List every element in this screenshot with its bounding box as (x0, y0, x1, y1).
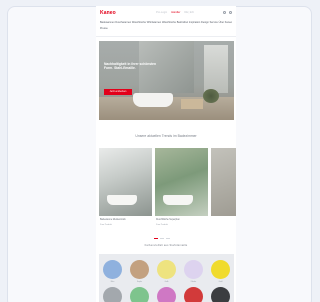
trend-tile[interactable] (211, 148, 236, 234)
trends-heading: Unsere aktuellen Trends im Badezimmer (135, 134, 197, 138)
trend-tile-caption: Duschfläche Superplan (156, 219, 180, 221)
user-icon[interactable] (229, 11, 232, 14)
top-icons (223, 11, 232, 14)
color-swatch-label: Flieder (190, 281, 197, 283)
nav-item-badmoebel[interactable]: Badmöbel (177, 21, 188, 24)
trend-tile-image (99, 148, 152, 216)
trend-tile-link[interactable]: Zum Produkt (156, 224, 168, 226)
nav-item-waschtische-2[interactable]: Waschtische (162, 21, 176, 24)
nav-divider (96, 36, 236, 37)
carousel-dot[interactable] (166, 238, 170, 239)
trend-tile-link[interactable]: Zum Produkt (100, 224, 112, 226)
hero-title: Nachhaltigkeit in ihrer schönsten Form. … (104, 62, 157, 71)
nav-item-presse[interactable]: Presse (100, 27, 108, 30)
trend-tile-image (211, 148, 236, 216)
trend-carousel: Badewanne Meisterstück Zum Produkt Dusch… (99, 148, 236, 234)
brand-logo[interactable]: Kaneo (100, 10, 116, 16)
nav-item-whirlwannen[interactable]: Whirlwannen (147, 21, 161, 24)
color-swatch-label: Kupfer (136, 281, 143, 283)
top-links: Pro-Login Händler DE | EN (156, 11, 194, 14)
trend-tile[interactable]: Duschfläche Superplan Zum Produkt (155, 148, 208, 234)
hero-text: Nachhaltigkeit in ihrer schönsten Form. … (104, 62, 162, 71)
nav-item-badewannen[interactable]: Badewannen (100, 21, 115, 24)
nav-item-design[interactable]: Design (201, 21, 209, 24)
trend-tile-bathtub (107, 195, 137, 205)
hero-plant (203, 89, 219, 103)
hero-bathtub (133, 93, 173, 107)
nav-item-service[interactable]: Service (210, 21, 218, 24)
color-swatch-label: Gold (218, 281, 223, 283)
color-swatch-grün[interactable] (130, 287, 149, 302)
color-swatch-label: Gelb (164, 281, 169, 283)
color-swatch-blau[interactable] (103, 260, 122, 279)
color-swatch-pink[interactable] (157, 287, 176, 302)
hero-cta-button[interactable]: Jetzt entdecken (104, 89, 132, 95)
color-swatch-gelb[interactable] (157, 260, 176, 279)
carousel-dot[interactable] (154, 238, 158, 239)
color-swatch-kupfer[interactable] (130, 260, 149, 279)
main-navigation: Badewannen Duschwannen Waschtische Whirl… (100, 21, 232, 30)
nav-item-inspiration[interactable]: Inspiration (189, 21, 201, 24)
carousel-dot[interactable] (160, 238, 164, 239)
color-swatch-rot[interactable] (184, 287, 203, 302)
trend-tile-caption: Badewanne Meisterstück (100, 219, 126, 221)
color-swatch-schwarz[interactable] (211, 287, 230, 302)
color-swatch-panel: Blau Kupfer Gelb Flieder Gold (99, 254, 234, 302)
color-swatch-grau[interactable] (103, 287, 122, 302)
carousel-dots (154, 238, 170, 239)
nav-item-waschtische[interactable]: Waschtische (132, 21, 146, 24)
hero-banner[interactable]: Nachhaltigkeit in ihrer schönsten Form. … (99, 41, 234, 120)
trend-tile[interactable]: Badewanne Meisterstück Zum Produkt (99, 148, 152, 234)
hero-vanity (181, 99, 203, 109)
color-swatch-gold[interactable] (211, 260, 230, 279)
language-switch[interactable]: DE | EN (184, 11, 193, 14)
color-swatch-flieder[interactable] (184, 260, 203, 279)
color-swatch-label: Blau (110, 281, 115, 283)
top-link-dealer[interactable]: Händler (171, 11, 180, 14)
web-page: Kaneo Pro-Login Händler DE | EN Badewann… (96, 6, 236, 302)
trend-tile-image (155, 148, 208, 216)
nav-item-about[interactable]: Über Kaneo (219, 21, 232, 24)
trend-tile-bathtub (163, 195, 193, 205)
colors-heading: Farbenvielfalt aus Stahl-Emaille (144, 244, 188, 247)
hero-window (204, 45, 228, 93)
top-link-login[interactable]: Pro-Login (156, 11, 167, 14)
top-bar: Kaneo Pro-Login Händler DE | EN (96, 6, 236, 19)
search-icon[interactable] (223, 11, 226, 14)
nav-item-duschwannen[interactable]: Duschwannen (115, 21, 131, 24)
